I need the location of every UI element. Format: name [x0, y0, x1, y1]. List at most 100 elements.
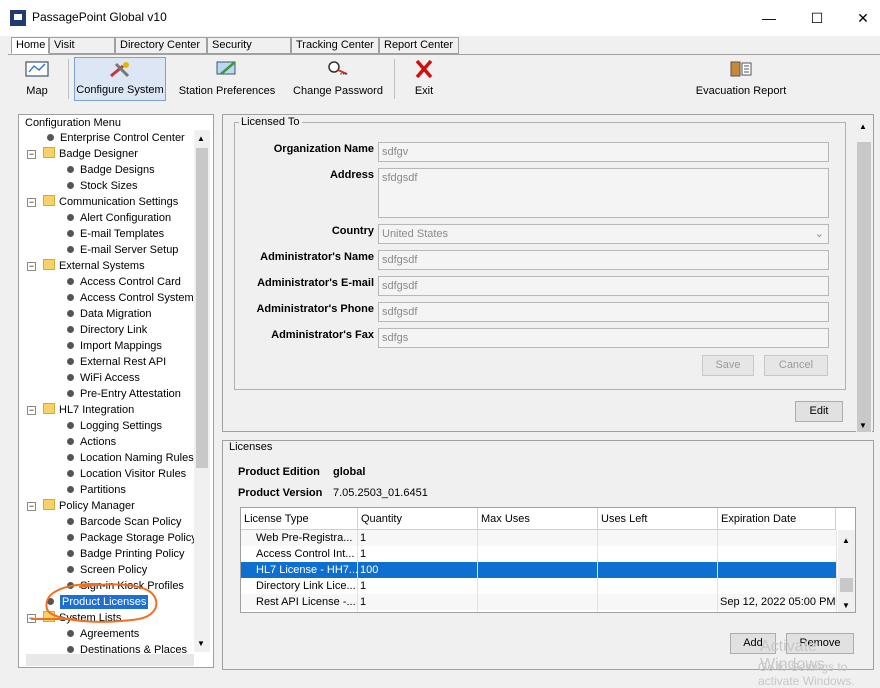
product-version-value: 7.05.2503_01.6451 — [333, 487, 428, 499]
country-label: Country — [331, 225, 374, 237]
collapse-icon[interactable]: − — [27, 406, 36, 415]
table-cell: Access Control Int... — [241, 546, 358, 562]
left-hscrollbar[interactable] — [26, 654, 194, 666]
tree-folder-hl7-integration[interactable]: HL7 Integration — [43, 402, 134, 418]
tree-item-location-visitor-rules[interactable]: Location Visitor Rules — [67, 466, 186, 482]
table-cell: Directory Link Lice... — [241, 578, 358, 594]
close-button[interactable]: ✕ — [848, 6, 878, 30]
bullet-icon — [67, 342, 74, 349]
scroll-down-icon[interactable]: ▼ — [859, 421, 867, 430]
table-cell — [718, 578, 837, 594]
tree-item-badge-printing-policy[interactable]: Badge Printing Policy — [67, 546, 185, 562]
table-row[interactable]: Rest API License -... 1 Sep 12, 2022 05:00… — [241, 594, 837, 610]
address-field[interactable]: sfdgsdf — [378, 168, 829, 218]
column-header-uses-left[interactable]: Uses Left — [598, 508, 718, 530]
left-scrollbar-thumb[interactable] — [196, 148, 208, 468]
key-icon: *** — [328, 61, 348, 78]
tab-security-center[interactable]: Security Center — [207, 37, 291, 66]
column-header-expiration-date[interactable]: Expiration Date — [718, 508, 836, 530]
tab-directory-center[interactable]: Directory Center — [115, 37, 207, 54]
tree-item-data-migration[interactable]: Data Migration — [67, 306, 152, 322]
tree-item-location-naming-rules[interactable]: Location Naming Rules — [67, 450, 194, 466]
admin-phone-field[interactable]: sdfgsdf — [378, 302, 829, 322]
licensed-to-scroll-thumb[interactable] — [857, 142, 871, 432]
tree-folder-badge-designer[interactable]: Badge Designer — [43, 146, 138, 162]
tree-item-package-storage-policy[interactable]: Package Storage Policy — [67, 530, 197, 546]
table-cell — [718, 530, 837, 546]
tree-item-actions[interactable]: Actions — [67, 434, 116, 450]
table-cell: 1 — [358, 530, 478, 546]
tree-item-directory-link[interactable]: Directory Link — [67, 322, 147, 338]
column-header-quantity[interactable]: Quantity — [358, 508, 478, 530]
minimize-button[interactable]: — — [754, 6, 784, 30]
scroll-down-icon[interactable]: ▼ — [842, 601, 850, 610]
save-button[interactable]: Save — [702, 355, 754, 376]
edit-button[interactable]: Edit — [795, 401, 843, 422]
bullet-icon — [67, 358, 74, 365]
annotation-arrow — [31, 618, 75, 620]
tree-item-email-templates[interactable]: E-mail Templates — [67, 226, 164, 242]
cancel-button[interactable]: Cancel — [764, 355, 828, 376]
country-select[interactable]: United States ⌄ — [378, 224, 829, 244]
tree-item-screen-policy[interactable]: Screen Policy — [67, 562, 147, 578]
table-row[interactable]: Directory Link Lice... 1 — [241, 578, 837, 594]
collapse-icon[interactable]: − — [27, 198, 36, 207]
licensed-to-scrollbar[interactable]: ▲ ▼ — [856, 120, 872, 432]
admin-phone-label: Administrator's Phone — [256, 303, 374, 315]
tree-item-wifi-access[interactable]: WiFi Access — [67, 370, 140, 386]
tab-visit-center[interactable]: Visit Center — [49, 37, 115, 66]
tree-item-import-mappings[interactable]: Import Mappings — [67, 338, 162, 354]
admin-fax-field[interactable]: sdfgs — [378, 328, 829, 348]
organization-name-field[interactable]: sdfgv — [378, 142, 829, 162]
tab-home[interactable]: Home — [11, 37, 49, 54]
licenses-table-scrollbar[interactable]: ▲ ▼ — [838, 530, 855, 612]
tree-folder-communication-settings[interactable]: Communication Settings — [43, 194, 178, 210]
tree-item-partitions[interactable]: Partitions — [67, 482, 126, 498]
tree-item-alert-configuration[interactable]: Alert Configuration — [67, 210, 171, 226]
tree-item-logging-settings[interactable]: Logging Settings — [67, 418, 162, 434]
collapse-icon[interactable]: − — [27, 150, 36, 159]
exit-button[interactable]: Exit — [400, 57, 448, 101]
table-cell: Rest API License -... — [241, 594, 358, 610]
tree-item-barcode-scan-policy[interactable]: Barcode Scan Policy — [67, 514, 182, 530]
column-header-license-type[interactable]: License Type — [241, 508, 358, 530]
admin-name-field[interactable]: sdfgsdf — [378, 250, 829, 270]
tree-item-access-control-card[interactable]: Access Control Card — [67, 274, 181, 290]
scroll-up-icon[interactable]: ▲ — [197, 134, 205, 143]
table-cell: Sex Offender Lice... — [241, 610, 358, 612]
bullet-icon — [67, 646, 74, 653]
evacuation-report-icon — [730, 61, 752, 77]
table-cell — [718, 546, 837, 562]
tree-item-access-control-systems[interactable]: Access Control Systems — [67, 290, 199, 306]
table-row[interactable]: Web Pre-Registra... 1 — [241, 530, 837, 546]
tree-item-stock-sizes[interactable]: Stock Sizes — [67, 178, 137, 194]
scroll-down-icon[interactable]: ▼ — [197, 639, 205, 648]
tab-tracking-center[interactable]: Tracking Center — [291, 37, 379, 54]
licenses-scroll-thumb[interactable] — [840, 578, 853, 592]
tree-folder-external-systems[interactable]: External Systems — [43, 258, 145, 274]
tree-item-external-rest-api[interactable]: External Rest API — [67, 354, 166, 370]
maximize-button[interactable]: ☐ — [802, 6, 832, 30]
column-header-max-uses[interactable]: Max Uses — [478, 508, 598, 530]
tree-item-badge-designs[interactable]: Badge Designs — [67, 162, 155, 178]
folder-icon — [43, 147, 55, 158]
evacuation-report-button[interactable]: Evacuation Report — [688, 57, 794, 101]
tree-item-pre-entry-attestation[interactable]: Pre-Entry Attestation — [67, 386, 181, 402]
tree-item-agreements[interactable]: Agreements — [67, 626, 139, 642]
tree-item-enterprise-control-center[interactable]: Enterprise Control Center — [47, 130, 185, 146]
tree-item-email-server-setup[interactable]: E-mail Server Setup — [67, 242, 178, 258]
change-password-button[interactable]: *** Change Password — [288, 57, 388, 101]
scroll-up-icon[interactable]: ▲ — [842, 536, 850, 545]
tab-report-center[interactable]: Report Center — [379, 37, 459, 54]
table-row[interactable]: Sex Offender Lice...100 — [241, 610, 837, 612]
tree-folder-policy-manager[interactable]: Policy Manager — [43, 498, 135, 514]
collapse-icon[interactable]: − — [27, 502, 36, 511]
map-button[interactable]: Map — [12, 57, 62, 101]
configure-system-button[interactable]: Configure System — [74, 57, 166, 101]
scroll-up-icon[interactable]: ▲ — [859, 122, 867, 131]
station-preferences-button[interactable]: Station Preferences — [174, 57, 280, 101]
table-row[interactable]: HL7 License - HH7... 100 — [241, 562, 837, 578]
collapse-icon[interactable]: − — [27, 262, 36, 271]
admin-email-field[interactable]: sdfgsdf — [378, 276, 829, 296]
table-row[interactable]: Access Control Int... 1 — [241, 546, 837, 562]
